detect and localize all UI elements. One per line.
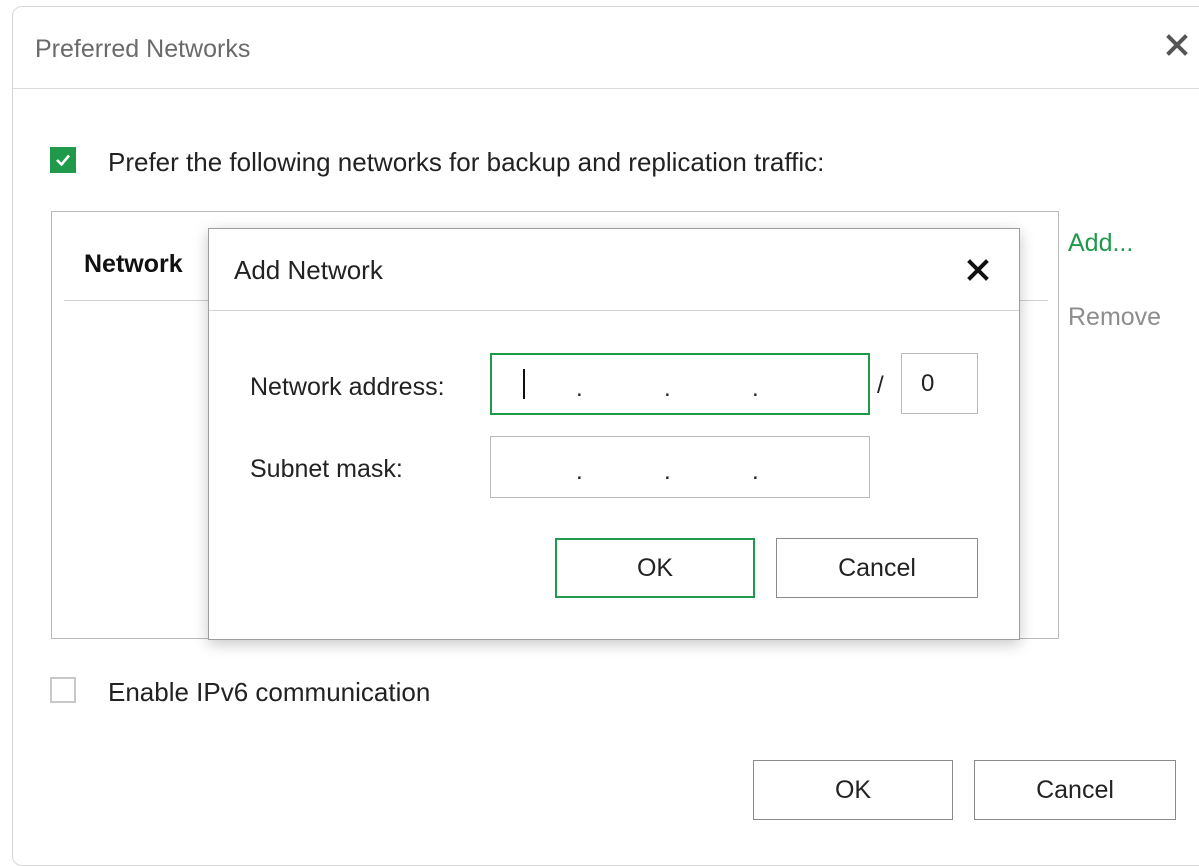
add-network-link[interactable]: Add... [1068,229,1133,258]
add-network-cancel-button[interactable]: Cancel [776,538,978,598]
enable-ipv6-checkbox[interactable] [50,677,76,703]
ip-separator: . [664,458,671,485]
prefer-networks-label: Prefer the following networks for backup… [108,147,825,177]
close-icon[interactable] [1157,25,1197,65]
prefix-separator: / [877,372,884,399]
dialog-header: Preferred Networks [13,7,1199,89]
prefer-networks-checkbox[interactable] [50,147,76,173]
network-address-label: Network address: [250,373,445,401]
add-network-dialog: Add Network Network address: . . . / 0 S… [208,228,1020,640]
text-cursor [523,369,525,399]
add-network-header: Add Network [209,229,1019,311]
ip-separator: . [576,458,583,485]
subnet-mask-input[interactable]: . . . [490,436,870,498]
ip-separator: . [752,458,759,485]
ip-separator: . [576,375,583,402]
add-network-ok-button[interactable]: OK [555,538,755,598]
ip-separator: . [752,375,759,402]
remove-network-link[interactable]: Remove [1068,303,1161,332]
cancel-button[interactable]: Cancel [974,760,1176,820]
add-network-title: Add Network [234,255,383,285]
dialog-title: Preferred Networks [35,35,251,63]
ip-separator: . [664,375,671,402]
prefix-length-input[interactable]: 0 [901,353,978,414]
network-address-input[interactable]: . . . [490,353,870,415]
close-icon[interactable] [961,253,995,287]
ok-button[interactable]: OK [753,760,953,820]
network-column-header[interactable]: Network [84,250,183,279]
subnet-mask-label: Subnet mask: [250,455,403,483]
checkmark-icon [56,154,70,167]
enable-ipv6-label: Enable IPv6 communication [108,677,431,707]
